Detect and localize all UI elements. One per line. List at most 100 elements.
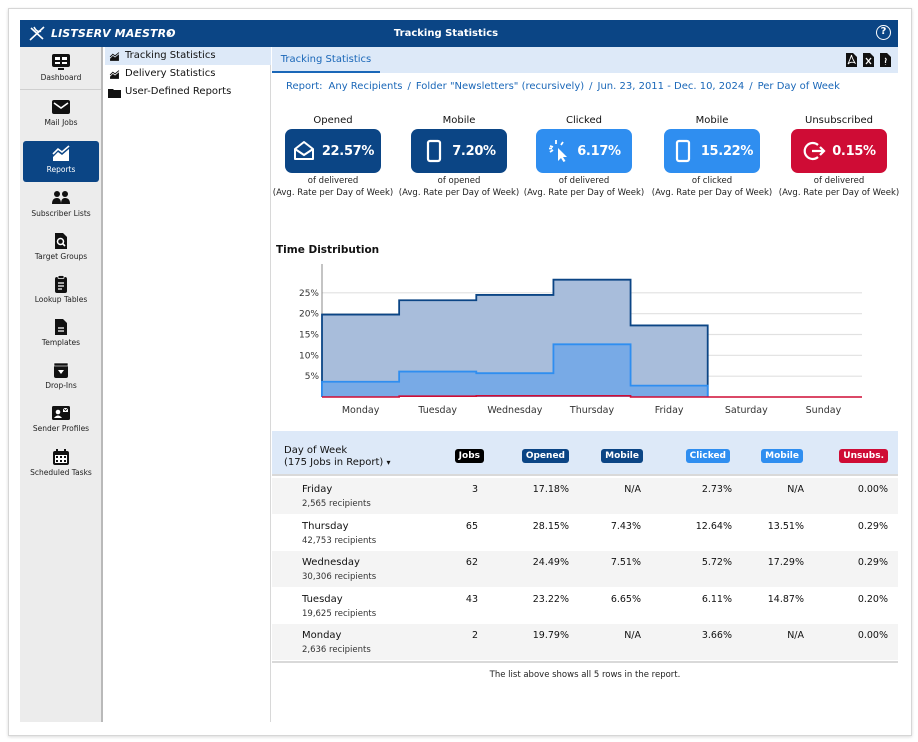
row-recipients: 30,306 recipients (302, 572, 377, 582)
row-day: Tuesday (302, 593, 343, 605)
stat-card-mobile-3: Mobile 15.22% of clicked (Avg. Rate per Day… (649, 115, 775, 199)
cell-opened: 19.79% (532, 630, 569, 641)
stat-value: 15.22% (700, 143, 754, 159)
column-header-mobile-2[interactable]: Mobile (601, 449, 643, 463)
tab-tracking-statistics[interactable]: Tracking Statistics (272, 47, 380, 73)
breadcrumb-separator: / (589, 81, 593, 92)
day-of-week-header[interactable]: Day of Week (175 Jobs in Report) ▾ (284, 445, 391, 469)
stat-note: (Avg. Rate per Day of Week) (651, 188, 773, 198)
x-tick-label: Thursday (569, 405, 615, 416)
y-tick-label: 15% (299, 331, 319, 341)
chart-icon (108, 69, 121, 79)
breadcrumb-item[interactable]: Folder "Newsletters" (recursively) (416, 81, 584, 92)
y-tick-label: 10% (299, 351, 319, 361)
table-row[interactable]: Friday 2,565 recipients 3 17.18% N/A 2.73% N/A… (272, 478, 898, 514)
stat-title: Clicked (566, 115, 602, 126)
tree-item-tracking-statistics[interactable]: Tracking Statistics (105, 47, 271, 65)
dashboard-icon (51, 53, 71, 71)
row-day: Monday (302, 630, 342, 641)
nav-item-label: Dashboard (40, 73, 82, 82)
nav-item-dashboard[interactable]: Dashboard (23, 49, 99, 90)
excel-export-icon[interactable] (863, 52, 874, 67)
chart-icon (108, 51, 121, 61)
cell-mobile: N/A (624, 484, 641, 495)
row-day: Thursday (302, 520, 349, 532)
day-of-week-label: Day of Week (284, 445, 348, 456)
row-recipients: 42,753 recipients (302, 535, 377, 546)
cell-jobs: 43 (465, 593, 478, 605)
chart-title: Time Distribution (276, 244, 380, 256)
time-distribution-chart: 5% 10% 15% 20% 25% Monday Tuesday Wednesday Thur… (299, 264, 862, 416)
x-tick-label: Monday (342, 405, 380, 416)
nav-item-label: Lookup Tables (34, 295, 88, 304)
stat-value-box[interactable]: 22.57% (285, 129, 381, 173)
x-tick-label: Friday (655, 405, 684, 416)
row-recipients: 2,636 recipients (302, 645, 371, 655)
tree-item-label: Tracking Statistics (125, 50, 216, 61)
stat-value-box[interactable]: 15.22% (664, 129, 760, 173)
cell-mobile: 7.43% (610, 520, 641, 532)
breadcrumb-item[interactable]: Any Recipients (329, 81, 403, 92)
table-row[interactable]: Monday 2,636 recipients 2 19.79% N/A 3.66% N/A… (272, 624, 898, 660)
left-nav: Dashboard Mail Jobs Reports Subscriber List… (20, 47, 103, 722)
table-row[interactable]: Tuesday 19,625 recipients 43 23.22% 6.65% 6.1… (272, 588, 898, 624)
tab-bar: Tracking Statistics (272, 47, 898, 73)
breadcrumb-item[interactable]: Per Day of Week (758, 81, 840, 92)
nav-item-label: Reports (46, 165, 76, 174)
nav-item-sender-profiles[interactable]: Sender Profiles (23, 400, 99, 441)
column-header-clicked-3[interactable]: Clicked (685, 449, 730, 463)
cell-mobile: 17.29% (767, 557, 804, 568)
cell-opened: 23.22% (532, 593, 569, 605)
nav-item-label: Scheduled Tasks (30, 468, 92, 477)
stat-basis: of delivered (307, 176, 359, 186)
users-icon (51, 189, 71, 207)
pdf-export-icon[interactable] (846, 52, 857, 67)
tree-item-delivery-statistics[interactable]: Delivery Statistics (105, 65, 271, 83)
stat-value-box[interactable]: 0.15% (791, 129, 887, 173)
nav-item-label: Sender Profiles (32, 424, 90, 433)
help-icon[interactable]: ? (876, 25, 891, 40)
stat-value: 7.20% (452, 143, 496, 159)
column-header-mobile-4[interactable]: Mobile (761, 449, 803, 463)
nav-item-mail-jobs[interactable]: Mail Jobs (23, 94, 99, 135)
cell-opened: 17.18% (532, 484, 569, 495)
id-card-icon (51, 404, 71, 422)
envelope-open-icon (292, 139, 316, 163)
stat-title: Unsubscribed (805, 115, 873, 126)
sort-dropdown-icon[interactable]: ▾ (387, 458, 391, 467)
table-row[interactable]: Thursday 42,753 recipients 65 28.15% 7.43% 12… (272, 515, 898, 551)
row-recipients: 19,625 recipients (302, 608, 377, 619)
column-header-jobs-0[interactable]: Jobs (454, 449, 484, 463)
column-header-unsubs-5[interactable]: Unsubs. (839, 449, 888, 463)
cell-clicked: 3.66% (701, 630, 732, 641)
row-day: Friday (302, 484, 333, 495)
stat-basis: of delivered (558, 176, 610, 186)
column-header-opened-1[interactable]: Opened (521, 449, 569, 463)
cell-unsubs: 0.29% (857, 557, 888, 568)
cell-clicked: 12.64% (695, 520, 732, 532)
breadcrumb-separator: / (749, 81, 753, 92)
cell-opened: 24.49% (532, 557, 569, 568)
nav-item-target-groups[interactable]: Target Groups (23, 228, 99, 269)
stat-title: Mobile (695, 115, 729, 126)
stat-value-box[interactable]: 7.20% (411, 129, 507, 173)
table-footer: The list above shows all 5 rows in the r… (489, 670, 681, 680)
main-panel: Tracking Statistics Report: Any Recipient… (272, 47, 899, 722)
nav-item-subscriber-lists[interactable]: Subscriber Lists (23, 185, 99, 226)
nav-item-lookup-tables[interactable]: Lookup Tables (23, 271, 99, 312)
y-tick-label: 20% (299, 310, 319, 320)
table-row[interactable]: Wednesday 30,306 recipients 62 24.49% 7.51% 5… (272, 551, 898, 587)
file-export-icon[interactable] (880, 52, 891, 67)
cell-unsubs: 0.20% (857, 593, 888, 605)
nav-item-templates[interactable]: Templates (23, 314, 99, 355)
nav-divider (20, 89, 101, 90)
nav-item-label: Templates (41, 338, 81, 347)
stat-value-box[interactable]: 6.17% (536, 129, 632, 173)
nav-item-drop-ins[interactable]: Drop-Ins (23, 357, 99, 398)
tree-item-user-defined-reports[interactable]: User-Defined Reports (105, 83, 271, 101)
cell-unsubs: 0.29% (857, 520, 888, 532)
nav-item-scheduled-tasks[interactable]: Scheduled Tasks (23, 444, 99, 485)
nav-item-reports[interactable]: Reports (23, 141, 99, 182)
nav-item-label: Mail Jobs (44, 118, 78, 127)
breadcrumb-item[interactable]: Jun. 23, 2011 - Dec. 10, 2024 (598, 81, 745, 92)
